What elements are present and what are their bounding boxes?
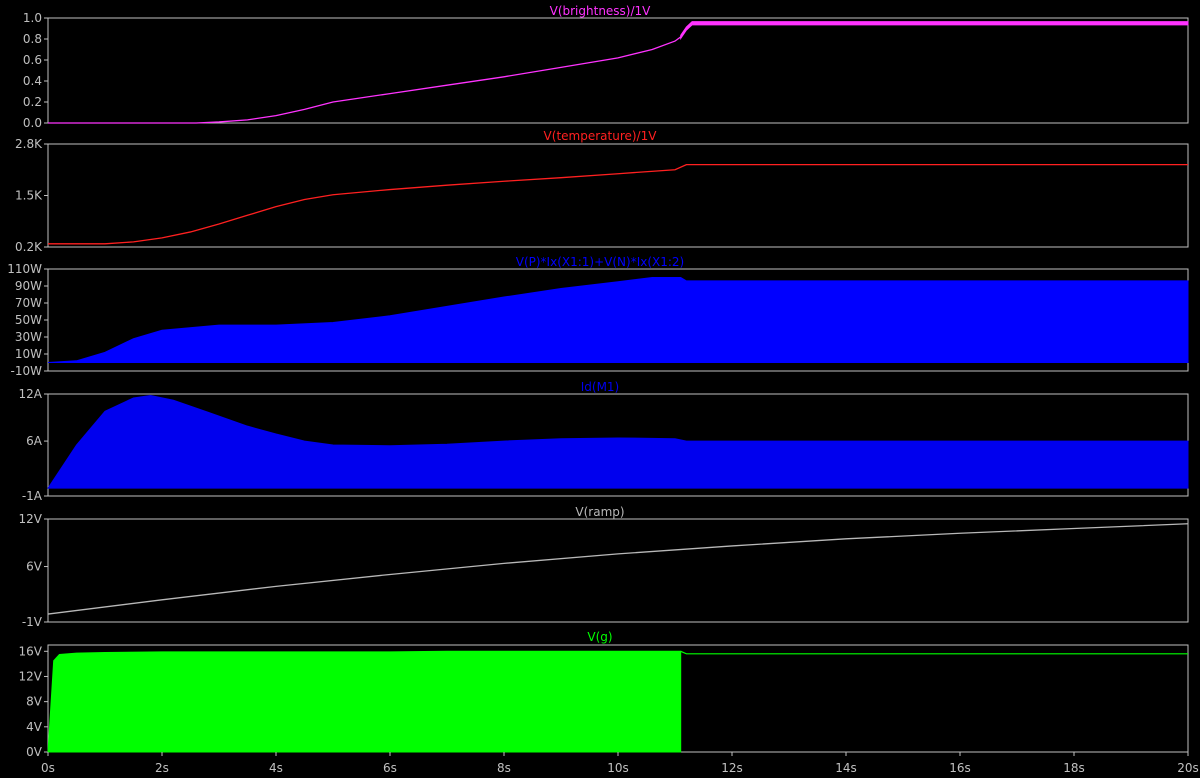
- pane-title[interactable]: V(ramp): [575, 505, 624, 519]
- y-tick-label: 0.2: [23, 95, 42, 109]
- waveform-viewer: V(brightness)/1V1.00.80.60.40.20.0V(temp…: [7, 4, 1199, 775]
- y-tick-label: 0.6: [23, 53, 42, 67]
- x-tick-label: 20s: [1177, 761, 1199, 775]
- x-tick-label: 18s: [1063, 761, 1085, 775]
- x-tick-label: 2s: [155, 761, 169, 775]
- plot-pane-4: Id(M1) 12A 6A -1A: [19, 380, 1189, 503]
- y-tick-label: 90W: [15, 279, 42, 293]
- x-tick-label: 0s: [41, 761, 55, 775]
- series-area: [47, 650, 682, 753]
- plot-pane-3: V(P)*Ix(X1:1)+V(N)*Ix(X1:2) 110W 90W 70W 50W…: [7, 255, 1189, 378]
- y-tick-label: 0.8: [23, 32, 42, 46]
- series-area: [47, 395, 1189, 489]
- x-tick-label: 10s: [607, 761, 629, 775]
- series-band: [680, 21, 1189, 41]
- plot-frame: [47, 518, 1189, 623]
- pane-title[interactable]: V(P)*Ix(X1:1)+V(N)*Ix(X1:2): [516, 255, 685, 269]
- x-tick-label: 14s: [835, 761, 857, 775]
- y-tick-label: 6A: [26, 434, 43, 448]
- y-tick-label: 12V: [19, 669, 43, 683]
- plot-pane-1: V(brightness)/1V 1.0 0.8 0.6 0.4 0.2 0.0: [23, 4, 1189, 130]
- x-tick-label: 6s: [383, 761, 397, 775]
- y-tick-label: 50W: [15, 313, 42, 327]
- plot-pane-2: V(temperature)/1V 2.8K 1.5K 0.2K: [15, 129, 1189, 254]
- y-tick-label: 0V: [26, 745, 43, 759]
- series-area: [47, 277, 1189, 363]
- y-tick-label: -1A: [22, 489, 43, 503]
- y-tick-label: 12V: [19, 512, 43, 526]
- pane-title[interactable]: V(temperature)/1V: [544, 129, 658, 143]
- x-tick-label: 4s: [269, 761, 283, 775]
- pane-title[interactable]: Id(M1): [581, 380, 620, 394]
- y-tick-label: 110W: [7, 262, 42, 276]
- y-tick-label: -1V: [22, 615, 43, 629]
- plot-pane-6: V(g) 16V 12V 8V 4V 0V: [19, 630, 1189, 759]
- y-tick-label: 0.2K: [15, 240, 43, 254]
- y-tick-label: 4V: [26, 720, 43, 734]
- x-axis: 0s 2s 4s 6s 8s 10s 12s 14s 16s 18s 20s: [41, 752, 1199, 775]
- x-tick-label: 8s: [497, 761, 511, 775]
- pane-title[interactable]: V(g): [587, 630, 612, 644]
- y-tick-label: -10W: [11, 364, 43, 378]
- y-tick-label: 1.0: [23, 11, 42, 25]
- x-tick-label: 12s: [721, 761, 743, 775]
- y-tick-label: 10W: [15, 347, 42, 361]
- y-tick-label: 0.0: [23, 116, 42, 130]
- plot-pane-5: V(ramp) 12V 6V -1V: [19, 505, 1189, 629]
- y-tick-label: 12A: [19, 387, 43, 401]
- series-line: [680, 650, 1188, 655]
- y-tick-label: 2.8K: [15, 137, 43, 151]
- y-tick-label: 0.4: [23, 74, 42, 88]
- series-line: [48, 22, 1188, 124]
- y-tick-label: 16V: [19, 644, 43, 658]
- y-tick-label: 6V: [26, 560, 43, 574]
- plot-frame: [47, 17, 1189, 124]
- pane-title[interactable]: V(brightness)/1V: [550, 4, 652, 18]
- x-tick-label: 16s: [949, 761, 971, 775]
- plot-frame: [47, 143, 1189, 248]
- y-tick-label: 30W: [15, 330, 42, 344]
- y-tick-label: 1.5K: [15, 189, 43, 203]
- series-line: [48, 163, 1188, 245]
- series-line: [47, 523, 1189, 615]
- y-tick-label: 70W: [15, 296, 42, 310]
- y-tick-label: 8V: [26, 695, 43, 709]
